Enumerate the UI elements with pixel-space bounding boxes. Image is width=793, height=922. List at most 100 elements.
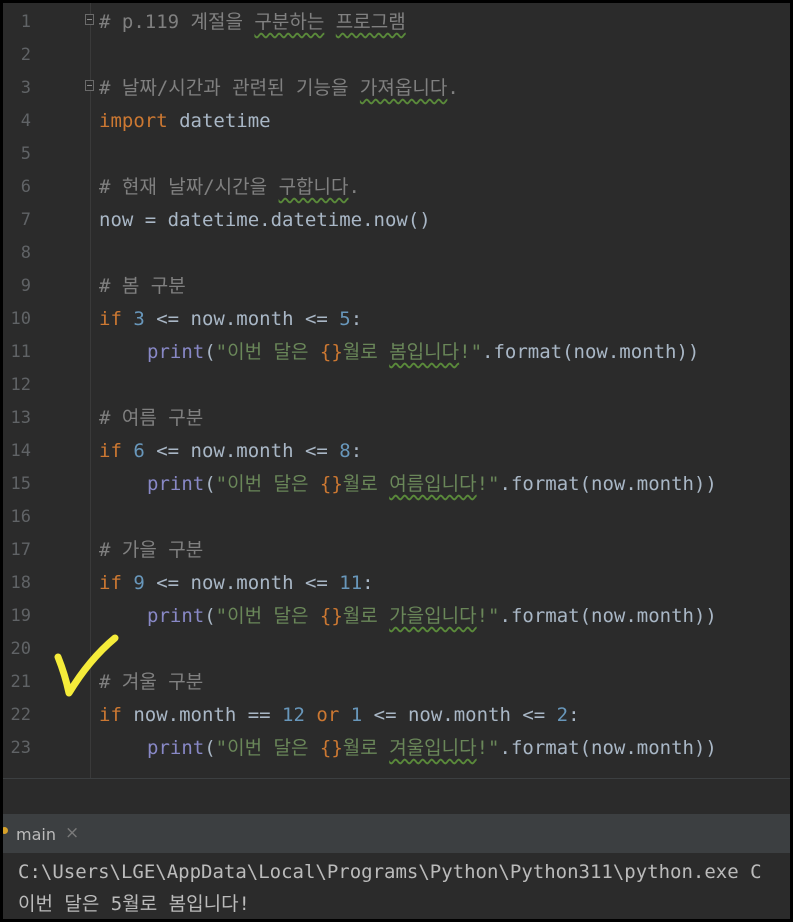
code-text: if now.month == 12 or 1 <= now.month <= … <box>99 699 580 732</box>
code-token: {} <box>319 605 343 627</box>
code-token: 월로 <box>342 473 390 495</box>
code-token: .format(now.month)) <box>499 473 717 495</box>
code-token: <= now.month <= <box>144 440 340 462</box>
code-line[interactable]: 19 print("이번 달은 {}월로 가을입니다!".format(now.m… <box>3 600 790 633</box>
line-number: 9 <box>20 276 31 296</box>
code-token: 11 <box>339 572 363 594</box>
code-token: : <box>350 440 363 462</box>
code-token: !" <box>476 737 500 759</box>
code-token: or <box>316 704 340 726</box>
code-line[interactable]: 10 if 3 <= now.month <= 5: <box>3 303 790 336</box>
run-tab-main[interactable]: main × <box>3 815 79 853</box>
code-line[interactable]: 22 if now.month == 12 or 1 <= now.month <… <box>3 699 790 732</box>
code-token: .format(now.month)) <box>499 737 717 759</box>
code-line[interactable]: 4 import datetime <box>3 105 790 138</box>
code-token: 겨울입니다 <box>389 737 477 759</box>
code-token: 8 <box>339 440 351 462</box>
code-token: 가을입니다 <box>389 605 477 627</box>
code-line[interactable]: 17 # 가을 구분 <box>3 534 790 567</box>
code-line[interactable]: 12 <box>3 369 790 402</box>
code-token: <= now.month <= <box>362 704 557 726</box>
code-token: 2 <box>556 704 569 726</box>
run-config-dot-icon <box>3 827 8 834</box>
code-line[interactable]: 15 print("이번 달은 {}월로 여름입니다!".format(now.m… <box>3 468 790 501</box>
code-token: print <box>147 605 205 627</box>
line-number: 3 <box>20 78 31 98</box>
code-token: ( <box>204 605 216 627</box>
code-token: if <box>99 704 122 726</box>
code-text: # 가을 구분 <box>99 534 203 567</box>
line-number: 7 <box>20 210 31 230</box>
code-line[interactable]: 8 <box>3 237 790 270</box>
console-line-command: C:\Users\LGE\AppData\Local\Programs\Pyth… <box>18 861 762 883</box>
code-line[interactable]: 21 # 겨울 구분 <box>3 666 790 699</box>
line-number: 2 <box>20 45 31 65</box>
checkmark-annotation-icon <box>54 634 119 697</box>
code-text: if 9 <= now.month <= 11: <box>99 567 374 600</box>
code-token: . <box>447 77 459 99</box>
line-number: 5 <box>20 144 31 164</box>
code-token: 여름입니다 <box>389 473 477 495</box>
run-console[interactable]: C:\Users\LGE\AppData\Local\Programs\Pyth… <box>3 853 790 919</box>
code-token: # 가을 구분 <box>99 539 204 561</box>
line-number: 13 <box>10 408 31 428</box>
editor-bottom-strip <box>3 779 790 814</box>
code-token: <= now.month <= <box>144 572 340 594</box>
code-text: import datetime <box>99 105 271 138</box>
close-icon[interactable]: × <box>65 823 79 843</box>
code-token: ( <box>204 737 216 759</box>
code-line[interactable]: 3 # 날짜/시간과 관련된 기능을 가져옵니다. <box>3 72 790 105</box>
code-line[interactable]: 14 if 6 <= now.month <= 8: <box>3 435 790 468</box>
code-token: "이번 달은 <box>215 473 320 495</box>
code-token: 5 <box>339 308 351 330</box>
code-token: 가져옵니다 <box>359 77 448 99</box>
code-token: 12 <box>282 704 305 726</box>
code-line[interactable]: 18 if 9 <= now.month <= 11: <box>3 567 790 600</box>
line-number: 16 <box>10 507 31 527</box>
code-token: {} <box>319 473 343 495</box>
code-line[interactable]: 6 # 현재 날짜/시간을 구합니다. <box>3 171 790 204</box>
code-token: !" <box>476 473 500 495</box>
code-line[interactable]: 23 print("이번 달은 {}월로 겨울입니다!".format(now.m… <box>3 732 790 765</box>
code-text: # 현재 날짜/시간을 구합니다. <box>99 171 360 204</box>
code-line[interactable]: 20 <box>3 633 790 666</box>
code-token: 월로 <box>342 737 390 759</box>
code-token: <= now.month <= <box>144 308 340 330</box>
code-text: # 날짜/시간과 관련된 기능을 가져옵니다. <box>99 72 459 105</box>
code-line[interactable]: 2 <box>3 39 790 72</box>
code-token: if <box>99 572 122 594</box>
line-number: 21 <box>10 672 31 692</box>
code-text: print("이번 달은 {}월로 여름입니다!".format(now.mon… <box>147 468 717 501</box>
code-token: ( <box>204 341 216 363</box>
code-token: 구분하는 <box>254 11 325 33</box>
code-line[interactable]: 11 print("이번 달은 {}월로 봄입니다!".format(now.mo… <box>3 336 790 369</box>
code-token: : <box>568 704 580 726</box>
run-tool-window-header: main × <box>3 815 790 853</box>
code-token: . <box>348 176 360 198</box>
code-line[interactable]: 7 now = datetime.datetime.now() <box>3 204 790 237</box>
code-token: .format(now.month)) <box>499 605 717 627</box>
code-token: {} <box>319 341 343 363</box>
code-text: print("이번 달은 {}월로 봄입니다!".format(now.mont… <box>147 336 699 369</box>
console-line-output: 이번 달은 5월로 봄입니다! <box>18 893 250 915</box>
code-line[interactable]: 16 <box>3 501 790 534</box>
code-token: 월로 <box>342 605 390 627</box>
line-number: 22 <box>10 705 31 725</box>
code-token: # 날짜/시간과 관련된 기능을 <box>99 77 360 99</box>
code-line[interactable]: 1 # p.119 계절을 구분하는 프로그램 <box>3 6 790 39</box>
code-token: 프로그램 <box>335 11 406 33</box>
code-text: if 6 <= now.month <= 8: <box>99 435 362 468</box>
code-line[interactable]: 5 <box>3 138 790 171</box>
code-line[interactable]: 13 # 여름 구분 <box>3 402 790 435</box>
line-number: 15 <box>10 474 31 494</box>
code-token: ( <box>204 473 216 495</box>
code-token: 9 <box>133 572 145 594</box>
line-number: 19 <box>10 606 31 626</box>
code-line[interactable]: 9 # 봄 구분 <box>3 270 790 303</box>
code-editor[interactable]: 1 # p.119 계절을 구분하는 프로그램 2 3 # 날짜/시간과 관련된 기능을… <box>3 3 790 778</box>
